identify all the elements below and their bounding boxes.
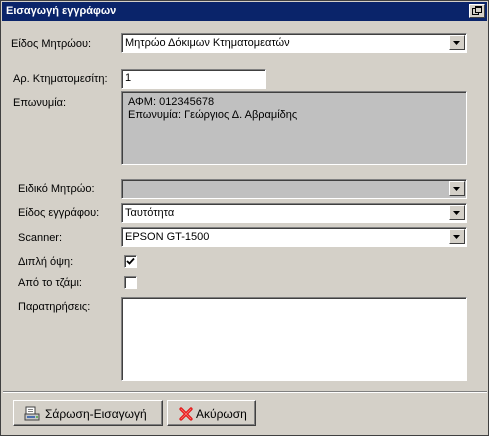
name-memo-line: Επωνυμία: Γεώργιος Δ. Αβραμίδης (128, 109, 298, 121)
insert-documents-dialog: Εισαγωγή εγγράφων Είδος Μητρώου: Μητρώο … (0, 0, 489, 436)
name-label: Επωνυμία: (13, 97, 67, 109)
from-glass-label: Από το τζάμι: (18, 277, 82, 289)
button-bar-divider-highlight (3, 392, 487, 393)
special-registry-dropdown-button[interactable] (449, 181, 465, 196)
restore-window-button[interactable] (469, 4, 485, 18)
scanner-dropdown-button[interactable] (449, 229, 465, 244)
scan-insert-label: Σάρωση-Εισαγωγή (45, 407, 147, 421)
chevron-down-icon (453, 211, 460, 215)
document-type-value: Ταυτότητα (125, 207, 175, 219)
scan-insert-button[interactable]: Σάρωση-Εισαγωγή (13, 400, 163, 426)
title-bar[interactable]: Εισαγωγή εγγράφων (2, 2, 487, 21)
window-title: Εισαγωγή εγγράφων (6, 5, 117, 17)
scanner-label: Scanner: (18, 232, 63, 244)
cancel-label: Ακύρωση (196, 407, 247, 421)
registry-type-value: Μητρώο Δόκιμων Κτηματομεατών (125, 37, 290, 49)
scanner-select[interactable]: EPSON GT-1500 (121, 227, 467, 247)
surveyor-number-label: Αρ. Κτηματομεσίτη: (13, 73, 108, 85)
surveyor-number-value: 1 (125, 72, 132, 84)
special-registry-label: Ειδικό Μητρώο: (18, 183, 95, 195)
document-type-label: Είδος εγγράφου: (18, 207, 100, 219)
scanner-value: EPSON GT-1500 (125, 231, 210, 243)
registry-type-select[interactable]: Μητρώο Δόκιμων Κτηματομεατών (121, 33, 467, 53)
scanner-icon (24, 406, 40, 421)
cancel-button[interactable]: Ακύρωση (167, 400, 256, 426)
registry-type-dropdown-button[interactable] (449, 35, 465, 50)
chevron-down-icon (453, 235, 460, 239)
from-glass-checkbox[interactable] (124, 276, 137, 289)
chevron-down-icon (453, 187, 460, 191)
notes-label: Παρατηρήσεις: (18, 301, 91, 313)
restore-window-icon (472, 6, 482, 15)
special-registry-select[interactable] (121, 179, 467, 199)
document-type-dropdown-button[interactable] (449, 205, 465, 220)
duplex-checkbox[interactable] (124, 255, 137, 268)
notes-textarea[interactable] (121, 297, 467, 381)
duplex-label: Διπλή όψη: (18, 256, 74, 268)
surveyor-number-input[interactable]: 1 (121, 69, 266, 89)
name-memo-line: ΑΦΜ: 012345678 (128, 96, 215, 108)
name-memo: ΑΦΜ: 012345678 Επωνυμία: Γεώργιος Δ. Αβρ… (121, 91, 467, 165)
document-type-select[interactable]: Ταυτότητα (121, 203, 467, 223)
chevron-down-icon (453, 41, 460, 45)
registry-type-label: Είδος Μητρώου: (11, 38, 92, 50)
checkmark-icon (126, 257, 135, 265)
red-x-icon (179, 407, 193, 421)
